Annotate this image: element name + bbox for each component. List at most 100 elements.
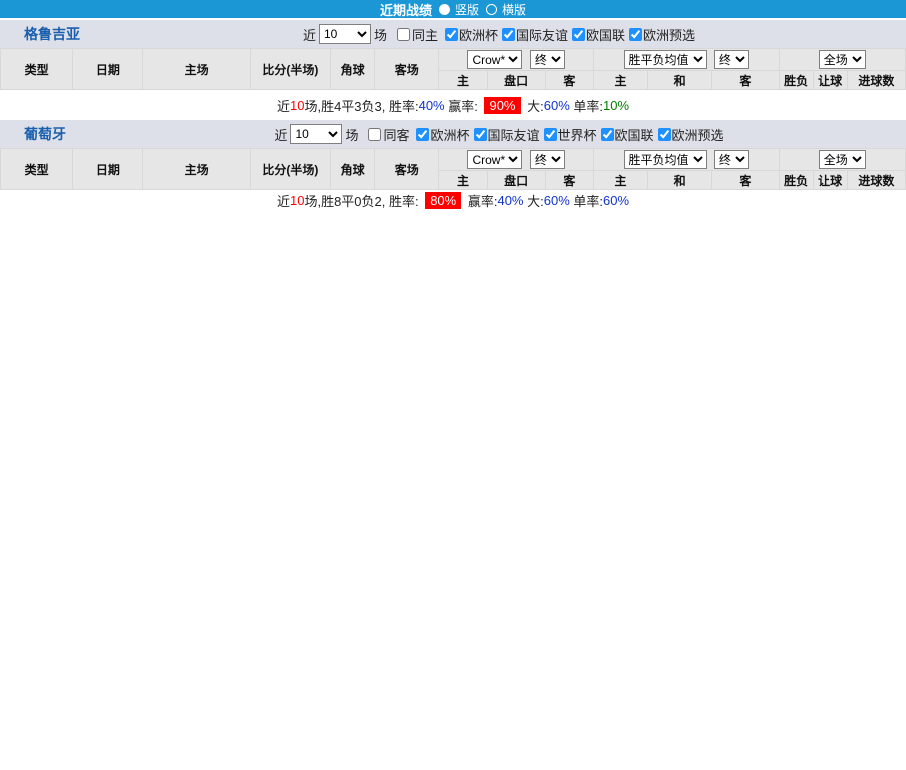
league-filter-option[interactable]: 国际友谊 [470,125,540,144]
sub-handicap: 盘口 [487,171,545,190]
summary-segment: 场,胜4平3负3, 胜率: [304,96,418,115]
same-venue-checkbox[interactable] [397,28,410,41]
recent-count-select[interactable]: 10 [290,124,342,144]
horizontal-layout-radio[interactable] [486,4,497,15]
sub-handicap-result: 让球 [813,71,847,90]
summary-segment: 40% [419,98,445,113]
summary-segment: 80% [425,192,461,209]
col-date: 日期 [73,49,143,90]
league-checkbox[interactable] [601,128,614,141]
sub-avg-home: 主 [593,171,647,190]
league-filter-option[interactable]: 欧洲预选 [654,125,724,144]
team-name: 格鲁吉亚 [24,24,80,44]
col-score: 比分(半场) [250,49,330,90]
scope-select[interactable]: 全场 [819,150,866,169]
col-away: 客场 [375,49,439,90]
league-filter-option[interactable]: 欧洲杯 [441,25,498,44]
team-section-header-portugal: 葡萄牙 近 10 场 同客 欧洲杯国际友谊世界杯欧国联欧洲预选 [0,120,906,148]
sub-avg-home: 主 [593,71,647,90]
league-filter-option[interactable]: 欧洲预选 [625,25,695,44]
league-checkbox[interactable] [445,28,458,41]
col-home: 主场 [143,149,250,190]
odds-source-select[interactable]: Crow* [467,150,522,169]
league-label: 世界杯 [558,125,597,144]
league-label: 欧洲预选 [643,25,695,44]
league-checkbox[interactable] [416,128,429,141]
col-score: 比分(半场) [250,149,330,190]
same-venue-label: 同客 [383,125,409,144]
sub-result: 胜负 [779,71,813,90]
sub-avg-draw: 和 [648,171,712,190]
summary-segment: 10 [290,193,304,208]
summary-segment: 大: [524,96,544,115]
odds-final-select[interactable]: 终 [530,150,565,169]
summary-segment: 90% [484,97,520,114]
summary-segment: 赢率: [464,191,497,210]
portugal-summary: 近10场,胜8平0负2, 胜率: 80% 赢率:40% 大:60% 单率:60% [0,190,906,210]
avg-final-select[interactable]: 终 [714,150,749,169]
sub-away-odds: 客 [545,171,593,190]
filter-bar: 近 10 场 同客 欧洲杯国际友谊世界杯欧国联欧洲预选 [274,124,723,144]
odds-final-select[interactable]: 终 [530,50,565,69]
vertical-layout-radio[interactable] [439,4,450,15]
league-filter-option[interactable]: 欧国联 [568,25,625,44]
same-venue-label: 同主 [412,25,438,44]
sub-goals-result: 进球数 [847,71,905,90]
team-section-header-georgia: 格鲁吉亚 近 10 场 同主 欧洲杯国际友谊欧国联欧洲预选 [0,20,906,48]
summary-segment: 10% [603,98,629,113]
recent-count-select[interactable]: 10 [319,24,371,44]
col-corner: 角球 [331,49,375,90]
summary-segment: 大: [524,191,544,210]
league-label: 国际友谊 [516,25,568,44]
league-checkbox[interactable] [474,128,487,141]
avg-type-select[interactable]: 胜平负均值 [624,50,707,69]
summary-segment: 近 [277,96,290,115]
odds-source-select[interactable]: Crow* [467,50,522,69]
sub-avg-away: 客 [712,71,779,90]
league-label: 欧国联 [615,125,654,144]
avg-type-select[interactable]: 胜平负均值 [624,150,707,169]
league-checkbox[interactable] [502,28,515,41]
games-label: 场 [345,125,358,144]
sub-avg-away: 客 [712,171,779,190]
sub-home-odds: 主 [439,171,487,190]
sub-avg-draw: 和 [648,71,712,90]
page-title: 近期战绩 [380,0,432,19]
league-filter-option[interactable]: 世界杯 [540,125,597,144]
league-filter-group: 欧洲杯国际友谊欧国联欧洲预选 [441,25,695,44]
sub-handicap: 盘口 [487,71,545,90]
summary-segment: 场,胜8平0负2, 胜率: [304,191,422,210]
summary-segment: 60% [544,98,570,113]
col-type: 类型 [1,149,73,190]
summary-segment: 10 [290,98,304,113]
horizontal-layout-label[interactable]: 横版 [502,1,526,18]
league-label: 欧洲杯 [459,25,498,44]
summary-segment: 40% [497,193,523,208]
league-filter-option[interactable]: 欧洲杯 [412,125,469,144]
col-away: 客场 [375,149,439,190]
sub-home-odds: 主 [439,71,487,90]
league-label: 欧国联 [586,25,625,44]
col-corner: 角球 [331,149,375,190]
col-date: 日期 [73,149,143,190]
sub-result: 胜负 [779,171,813,190]
georgia-summary: 近10场,胜4平3负3, 胜率:40% 赢率: 90% 大:60% 单率:10% [0,90,906,120]
league-label: 欧洲杯 [430,125,469,144]
scope-select[interactable]: 全场 [819,50,866,69]
league-label: 国际友谊 [488,125,540,144]
league-checkbox[interactable] [544,128,557,141]
same-venue-checkbox[interactable] [368,128,381,141]
league-label: 欧洲预选 [672,125,724,144]
same-venue-option[interactable]: 同主 [390,25,438,44]
vertical-layout-label[interactable]: 竖版 [455,1,479,18]
league-checkbox[interactable] [658,128,671,141]
col-home: 主场 [143,49,250,90]
team-name: 葡萄牙 [24,124,66,144]
filter-bar: 近 10 场 同主 欧洲杯国际友谊欧国联欧洲预选 [303,24,695,44]
same-venue-option[interactable]: 同客 [361,125,409,144]
league-filter-option[interactable]: 国际友谊 [498,25,568,44]
league-checkbox[interactable] [572,28,585,41]
avg-final-select[interactable]: 终 [714,50,749,69]
league-checkbox[interactable] [629,28,642,41]
league-filter-option[interactable]: 欧国联 [597,125,654,144]
